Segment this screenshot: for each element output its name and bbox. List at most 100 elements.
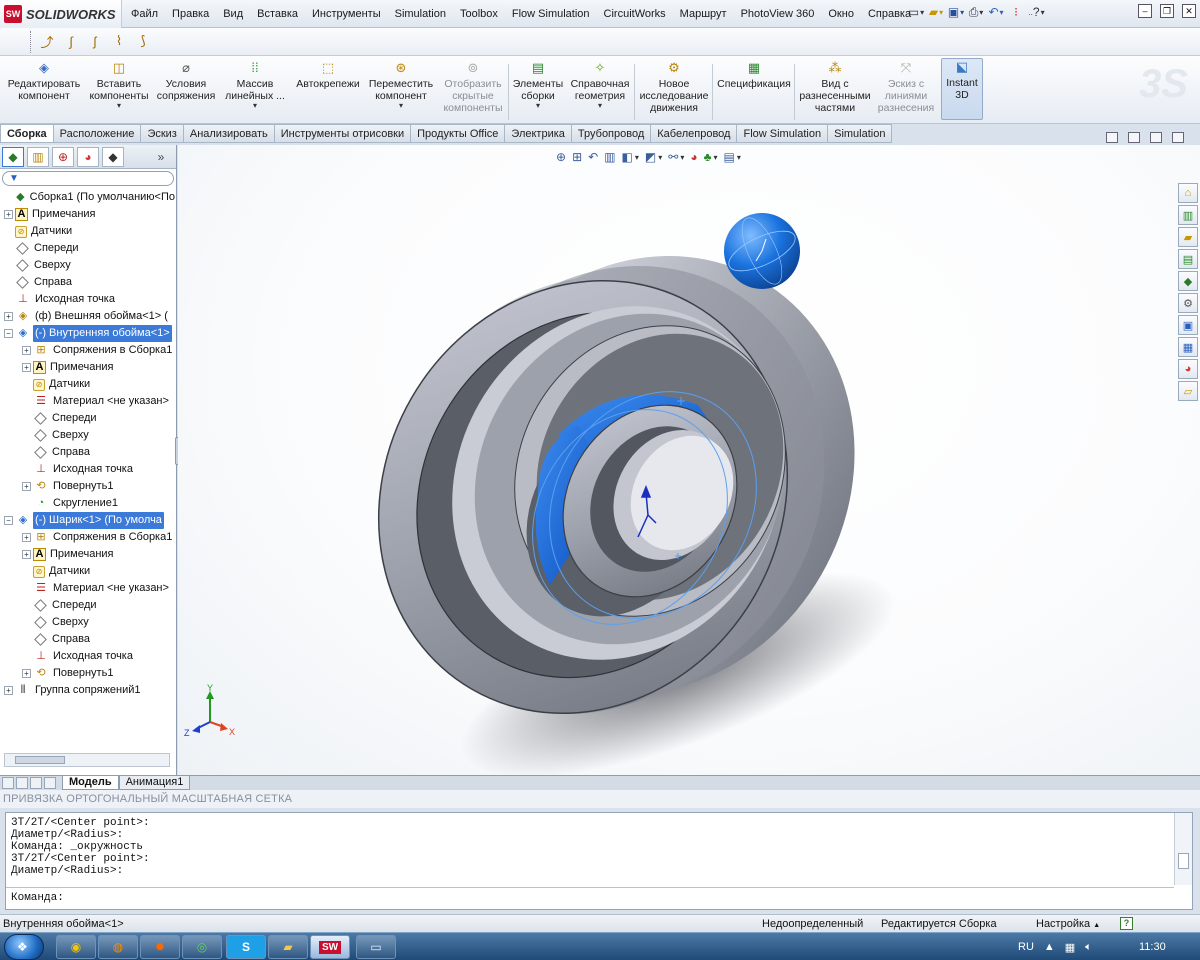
tree-node[interactable]: Спереди <box>0 597 176 614</box>
view-orientation-icon[interactable]: ◩ <box>645 150 656 164</box>
expand-icon[interactable]: + <box>22 363 31 372</box>
tab-nav-prev-icon[interactable] <box>16 777 28 789</box>
command-log-scrollbar[interactable] <box>1174 813 1192 885</box>
scrollbar-thumb[interactable] <box>1178 853 1189 869</box>
tree-filter-input[interactable]: ▼ <box>2 171 174 186</box>
tab-piping[interactable]: Трубопровод <box>571 124 652 143</box>
taskbar-explorer-button[interactable]: ▰ <box>268 935 308 959</box>
taskbar-green-app-button[interactable]: ◎ <box>182 935 222 959</box>
expand-icon[interactable]: + <box>22 346 31 355</box>
help-icon[interactable]: ? <box>1120 917 1133 930</box>
tree-node[interactable]: Справа <box>0 444 176 461</box>
tree-node[interactable]: ⊥ Исходная точка <box>0 648 176 665</box>
taskbar-settings-app-button[interactable]: ✹ <box>140 935 180 959</box>
tab-nav-first-icon[interactable] <box>2 777 14 789</box>
collapse-icon[interactable]: − <box>4 329 13 338</box>
tab-evaluate[interactable]: Анализировать <box>183 124 275 143</box>
apply-scene-icon[interactable]: ♣ <box>704 150 712 164</box>
snap-options-bar[interactable]: ПРИВЯЗКА ОРТОГОНАЛЬНЫЙ МАСШТАБНАЯ СЕТКА <box>0 790 1200 808</box>
helix-tool-icon[interactable]: ʃ <box>86 32 104 50</box>
chevron-down-icon[interactable]: ▾ <box>737 153 741 162</box>
tab-model[interactable]: Модель <box>62 776 119 790</box>
menu-window[interactable]: Окно <box>821 8 861 20</box>
expand-chevron-icon[interactable]: » <box>150 147 172 167</box>
featuremanager-tab-icon[interactable]: ◆ <box>2 146 24 167</box>
smart-fasteners-button[interactable]: ⬚ Автокрепежи <box>292 60 364 122</box>
menu-simulation[interactable]: Simulation <box>388 8 453 20</box>
toolbox-icon[interactable]: ▦ <box>1178 337 1198 357</box>
expand-icon[interactable]: + <box>22 533 31 542</box>
propertymanager-tab-icon[interactable]: ▥ <box>27 146 49 167</box>
configurationmanager-tab-icon[interactable]: ⊕ <box>52 146 74 167</box>
network-icon[interactable]: ▦ <box>1065 941 1075 954</box>
chevron-down-icon[interactable]: ▾ <box>117 102 121 110</box>
tree-node[interactable]: ◆ Сборка1 (По умолчанию<По <box>0 189 176 206</box>
tree-node[interactable]: ⊘ Датчики <box>0 223 176 240</box>
taskbar-solidworks-button[interactable]: SW <box>310 935 350 959</box>
solidworks-logo[interactable]: SW SOLIDWORKS <box>0 0 122 28</box>
expand-icon[interactable]: + <box>4 312 13 321</box>
expand-icon[interactable]: + <box>4 210 13 219</box>
chevron-down-icon[interactable]: ▾ <box>536 102 540 110</box>
close-icon[interactable]: ✕ <box>1182 4 1196 18</box>
insert-components-button[interactable]: ◫ Вставить компоненты ▾ <box>88 60 150 122</box>
menu-edit[interactable]: Правка <box>165 8 216 20</box>
expand-icon[interactable]: + <box>4 686 13 695</box>
tab-layout[interactable]: Расположение <box>53 124 142 143</box>
file-explorer-icon[interactable]: ▰ <box>1178 227 1198 247</box>
chevron-down-icon[interactable]: ▾ <box>253 102 257 110</box>
start-button[interactable]: ❖ <box>4 934 44 960</box>
instant3d-button[interactable]: ⬕ Instant 3D <box>941 58 983 120</box>
undo-icon[interactable]: ↶ ▾ <box>988 3 1004 21</box>
tree-node[interactable]: + ⟲ Повернуть1 <box>0 665 176 682</box>
tab-electrical[interactable]: Электрика <box>505 124 572 143</box>
menu-view[interactable]: Вид <box>216 8 250 20</box>
expand-icon[interactable]: + <box>22 550 31 559</box>
tree-node[interactable]: ⊘ Датчики <box>0 376 176 393</box>
tree-node[interactable]: Сверху <box>0 427 176 444</box>
open-folder-icon[interactable]: ▰ ▾ <box>928 3 944 21</box>
solidworks-resources-icon[interactable]: ⌂ <box>1178 183 1198 203</box>
tree-node[interactable]: ⊥ Исходная точка <box>0 291 176 308</box>
tab-conduit[interactable]: Кабелепровод <box>651 124 738 143</box>
assembly-features-button[interactable]: ▤ Элементы сборки ▾ <box>510 60 566 122</box>
tree-node[interactable]: Справа <box>0 631 176 648</box>
menu-insert[interactable]: Вставка <box>250 8 305 20</box>
spline-tool-icon[interactable]: ⤴ <box>38 32 56 50</box>
chevron-down-icon[interactable]: ▾ <box>713 153 717 162</box>
clock[interactable]: 11:30 <box>1139 933 1166 960</box>
document-recovery-icon[interactable]: ▱ <box>1178 381 1198 401</box>
tab-assembly[interactable]: Сборка <box>0 124 54 143</box>
zoom-to-area-icon[interactable]: ⊞ <box>572 150 582 164</box>
menu-circuitworks[interactable]: CircuitWorks <box>597 8 673 20</box>
scrollbar-thumb[interactable] <box>15 756 65 764</box>
display-style-icon[interactable]: ⚯ <box>668 150 678 164</box>
custom-properties-icon[interactable]: ▣ <box>1178 315 1198 335</box>
tree-node[interactable]: + ⊞ Сопряжения в Сборка1 <box>0 529 176 546</box>
taskbar-skype-button[interactable]: S <box>226 935 266 959</box>
tree-node[interactable]: ☰ Материал <не указан> <box>0 393 176 410</box>
toolbar-grip[interactable] <box>30 31 32 53</box>
tree-node[interactable]: − ◈ (-) Шарик<1> (По умолча <box>0 512 176 529</box>
new-doc-icon[interactable]: ▭ ▾ <box>908 3 924 21</box>
menu-file[interactable]: Файл <box>124 8 165 20</box>
tree-horizontal-scrollbar[interactable] <box>4 753 170 767</box>
chevron-down-icon[interactable]: ▾ <box>680 153 684 162</box>
restore-doc-icon[interactable] <box>1150 132 1162 143</box>
expand-icon[interactable]: + <box>22 669 31 678</box>
previous-view-icon[interactable]: ↶ <box>588 150 598 164</box>
model-canvas[interactable]: Y X Z <box>178 145 1200 775</box>
linear-pattern-button[interactable]: ⁞⁞ Массив линейных ... ▾ <box>222 60 288 122</box>
chevron-down-icon[interactable]: ▾ <box>635 153 639 162</box>
sweep-tool-icon[interactable]: ⟆ <box>134 32 152 50</box>
zoom-to-fit-icon[interactable]: ⊕ <box>556 150 566 164</box>
restore-icon[interactable]: ❐ <box>1160 4 1174 18</box>
tile-left-icon[interactable] <box>1106 132 1118 143</box>
tree-node[interactable]: ◔ Скругление1 <box>0 495 176 512</box>
pattern-tool-icon[interactable]: ⌇ <box>110 32 128 50</box>
tree-node[interactable]: + ⊞ Сопряжения в Сборка1 <box>0 342 176 359</box>
design-library-icon[interactable]: ▥ <box>1178 205 1198 225</box>
view-palette-icon[interactable]: ▤ <box>1178 249 1198 269</box>
exploded-view-button[interactable]: ⁂ Вид с разнесенными частями <box>798 60 872 122</box>
volume-icon[interactable]: 🔈︎ <box>1085 941 1092 954</box>
